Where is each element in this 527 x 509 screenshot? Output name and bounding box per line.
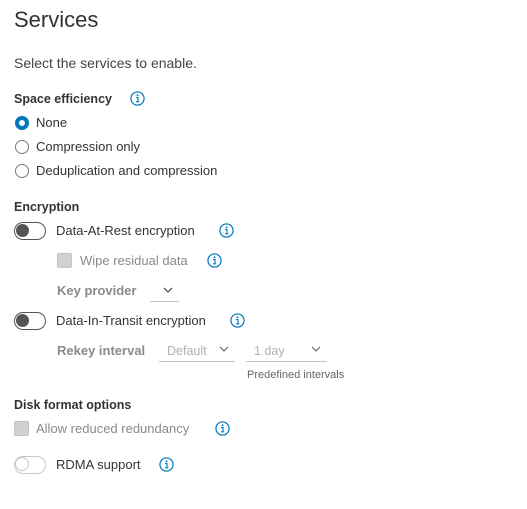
reduced-redundancy-label: Allow reduced redundancy — [36, 421, 190, 436]
reduced-redundancy-checkbox[interactable] — [14, 421, 29, 436]
rekey-interval-days-value: 1 day — [254, 344, 285, 358]
key-provider-select[interactable] — [150, 282, 179, 302]
rdma-toggle[interactable] — [14, 456, 46, 474]
radio-none[interactable] — [15, 116, 29, 130]
info-icon[interactable] — [215, 421, 230, 436]
encryption-label: Encryption — [14, 200, 80, 214]
toggle-knob — [15, 457, 29, 471]
toggle-knob — [16, 314, 29, 327]
rdma-label: RDMA support — [56, 457, 141, 472]
rekey-interval-value: Default — [167, 344, 207, 358]
toggle-knob — [16, 224, 29, 237]
rekey-interval-select[interactable]: Default — [159, 342, 235, 362]
info-icon[interactable] — [230, 313, 245, 328]
data-in-transit-toggle[interactable] — [14, 312, 46, 330]
radio-label-compression-only: Compression only — [36, 139, 141, 154]
data-at-rest-label: Data-At-Rest encryption — [56, 223, 195, 238]
wipe-residual-checkbox[interactable] — [57, 253, 72, 268]
chevron-down-icon — [311, 346, 321, 352]
info-icon[interactable] — [130, 91, 145, 106]
radio-label-dedup-compression: Deduplication and compression — [36, 163, 218, 178]
chevron-down-icon — [219, 346, 229, 352]
radio-label-none: None — [36, 115, 68, 130]
rekey-interval-label: Rekey interval — [57, 343, 146, 358]
info-icon[interactable] — [219, 223, 234, 238]
radio-compression-only[interactable] — [15, 140, 29, 154]
page-subtitle: Select the services to enable. — [14, 55, 197, 71]
data-in-transit-label: Data-In-Transit encryption — [56, 313, 206, 328]
wipe-residual-label: Wipe residual data — [80, 253, 188, 268]
info-icon[interactable] — [207, 253, 222, 268]
chevron-down-icon — [163, 287, 173, 293]
space-efficiency-label: Space efficiency — [14, 92, 112, 106]
disk-format-label: Disk format options — [14, 398, 132, 412]
predefined-intervals-hint: Predefined intervals — [247, 369, 345, 381]
info-icon[interactable] — [159, 457, 174, 472]
page-title: Services — [14, 7, 99, 32]
data-at-rest-toggle[interactable] — [14, 222, 46, 240]
rekey-interval-days-select[interactable]: 1 day — [246, 342, 327, 362]
key-provider-label: Key provider — [57, 283, 137, 298]
radio-dedup-compression[interactable] — [15, 164, 29, 178]
